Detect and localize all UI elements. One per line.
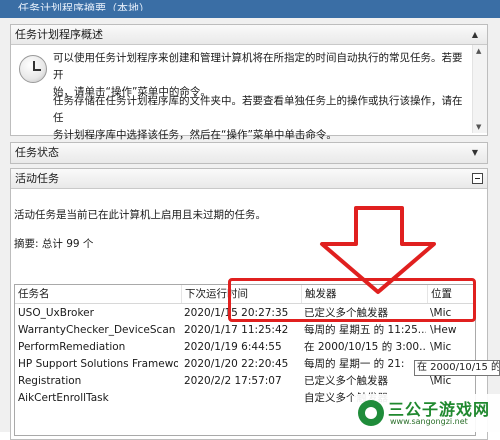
overview-section: 任务计划程序概述 ▲ 可以使用任务计划程序来创建和管理计算机将在所指定的时间自动… (10, 24, 488, 141)
task-status-section: 任务状态 ▼ (10, 142, 488, 164)
active-tasks-header[interactable]: 活动任务 (11, 169, 487, 189)
highlight-box (228, 278, 476, 322)
overview-scrollbar[interactable]: ▲ ▼ (472, 45, 487, 133)
scroll-down-icon[interactable]: ▼ (476, 123, 481, 131)
next-run: 2020/1/19 6:44:55 (184, 341, 282, 353)
window-titlebar: 任务计划程序摘要（本地） (0, 0, 500, 18)
next-run: 2020/1/17 11:25:42 (184, 324, 289, 336)
active-tasks-summary: 摘要: 总计 99 个 (14, 238, 94, 250)
window-title: 任务计划程序摘要（本地） (18, 2, 150, 15)
task-status-header[interactable]: 任务状态 ▼ (11, 143, 487, 163)
clock-icon (19, 55, 47, 83)
collapse-up-icon[interactable]: ▲ (469, 29, 481, 41)
scroll-up-icon[interactable]: ▲ (476, 47, 481, 55)
table-row[interactable]: HP Support Solutions Framewo... 2020/1/2… (15, 356, 475, 373)
task-name: HP Support Solutions Framewo... (18, 358, 178, 370)
active-tasks-header-label: 活动任务 (15, 172, 59, 185)
overview-paragraph-2: 任务存储在任务计划程序库的文件夹中。若要查看单独任务上的操作或执行该操作，请在任… (53, 95, 463, 141)
next-run: 2020/2/2 17:57:07 (184, 375, 282, 387)
column-header-task-name[interactable]: 任务名 (15, 285, 182, 303)
overview-header[interactable]: 任务计划程序概述 ▲ (11, 25, 487, 45)
trigger: 在 2000/10/15 的 3:00... (304, 341, 426, 353)
task-name: USO_UxBroker (18, 307, 94, 319)
watermark-logo-icon (358, 400, 384, 426)
active-tasks-description: 活动任务是当前已在此计算机上启用且未过期的任务。 (14, 209, 266, 221)
task-name: WarrantyChecker_DeviceScan (18, 324, 176, 336)
overview-header-label: 任务计划程序概述 (15, 28, 103, 41)
table-row[interactable]: PerformRemediation 2020/1/19 6:44:55 在 2… (15, 339, 475, 356)
table-row[interactable]: WarrantyChecker_DeviceScan 2020/1/17 11:… (15, 322, 475, 339)
watermark-subtitle: www.sangongzi.net (390, 417, 468, 426)
trigger: 每周的 星期五 的 11:25... (304, 324, 426, 336)
watermark: 三公子游戏网 www.sangongzi.net (354, 394, 500, 432)
location: \Hew (430, 324, 457, 336)
task-status-header-label: 任务状态 (15, 146, 59, 159)
location: \Mic (430, 341, 452, 353)
task-name: Registration (18, 375, 82, 387)
task-name: AikCertEnrollTask (18, 392, 109, 404)
trigger: 已定义多个触发器 (304, 375, 388, 387)
table-row[interactable]: Registration 2020/2/2 17:57:07 已定义多个触发器 … (15, 373, 475, 390)
task-name: PerformRemediation (18, 341, 126, 353)
trigger: 每周的 星期一 的 21: (304, 358, 405, 370)
trigger-tooltip: 在 2000/10/15 的 (414, 360, 500, 376)
collapse-icon[interactable] (472, 173, 483, 184)
expand-down-icon[interactable]: ▼ (469, 147, 481, 159)
next-run: 2020/1/20 22:20:45 (184, 358, 289, 370)
